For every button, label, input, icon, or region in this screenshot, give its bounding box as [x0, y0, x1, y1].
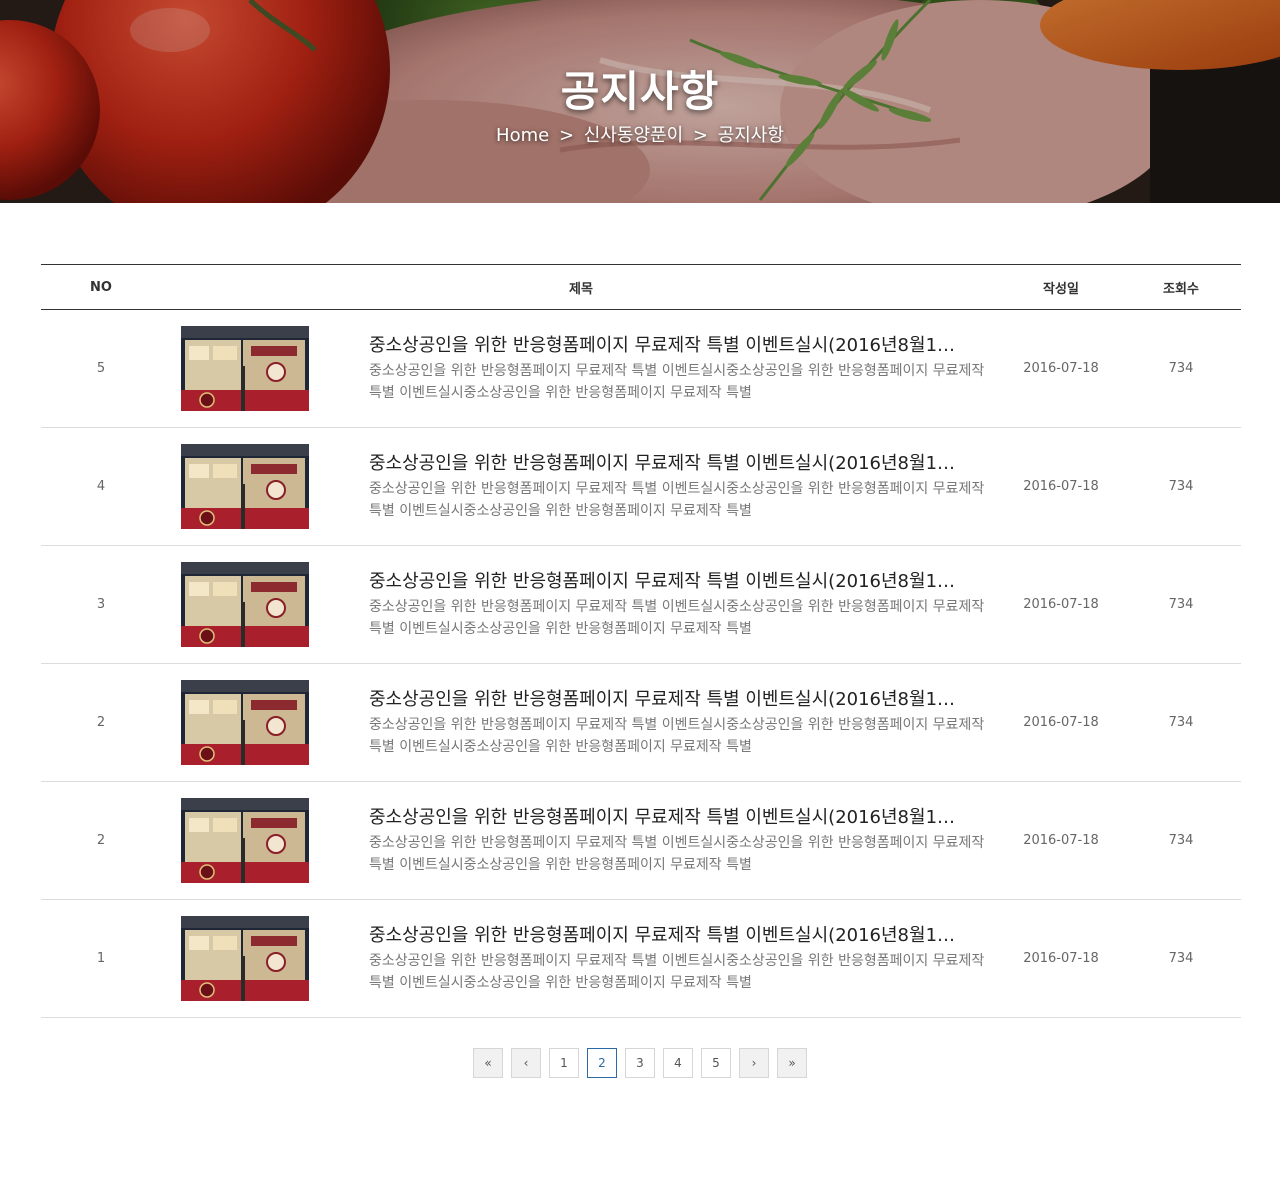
post-excerpt: 중소상공인을 위한 반응형폼페이지 무료제작 특별 이벤트실시중소상공인을 위한…: [369, 599, 985, 637]
post-date: 2016-07-18: [1023, 715, 1099, 730]
post-title-link[interactable]: 중소상공인을 위한 반응형폼페이지 무료제작 특별 이벤트실시(2016년8월1…: [369, 451, 999, 477]
post-number: 4: [96, 479, 106, 494]
column-header-title: 제목: [569, 281, 593, 297]
post-date: 2016-07-18: [1023, 833, 1099, 848]
post-thumbnail-cell: [161, 798, 349, 883]
storefront-image: [181, 326, 309, 411]
post-thumbnail[interactable]: [181, 916, 309, 1001]
post-number: 2: [96, 715, 106, 730]
table-row[interactable]: 5 중소상공인을 위한 반응형폼페이지 무료제작 특별 이벤트실시(2016년8…: [41, 310, 1241, 428]
pagination: « ‹ 1 2 3 4 5 › »: [0, 1048, 1280, 1078]
post-date: 2016-07-18: [1023, 597, 1099, 612]
post-thumbnail-cell: [161, 444, 349, 529]
board-header: NO 제목 작성일 조회수: [41, 264, 1241, 310]
post-excerpt: 중소상공인을 위한 반응형폼페이지 무료제작 특별 이벤트실시중소상공인을 위한…: [369, 481, 985, 519]
table-row[interactable]: 3 중소상공인을 위한 반응형폼페이지 무료제작 특별 이벤트실시(2016년8…: [41, 546, 1241, 664]
post-excerpt: 중소상공인을 위한 반응형폼페이지 무료제작 특별 이벤트실시중소상공인을 위한…: [369, 953, 985, 991]
page-button-5[interactable]: 5: [701, 1048, 731, 1078]
post-excerpt: 중소상공인을 위한 반응형폼페이지 무료제작 특별 이벤트실시중소상공인을 위한…: [369, 835, 985, 873]
post-title-link[interactable]: 중소상공인을 위한 반응형폼페이지 무료제작 특별 이벤트실시(2016년8월1…: [369, 805, 999, 831]
table-row[interactable]: 2 중소상공인을 위한 반응형폼페이지 무료제작 특별 이벤트실시(2016년8…: [41, 664, 1241, 782]
page-title: 공지사항: [560, 67, 720, 116]
breadcrumb-separator: >: [558, 125, 575, 146]
post-text-cell: 중소상공인을 위한 반응형폼페이지 무료제작 특별 이벤트실시(2016년8월1…: [349, 569, 1001, 640]
page-button-1[interactable]: 1: [549, 1048, 579, 1078]
post-thumbnail-cell: [161, 562, 349, 647]
column-header-date: 작성일: [1043, 281, 1079, 297]
post-excerpt: 중소상공인을 위한 반응형폼페이지 무료제작 특별 이벤트실시중소상공인을 위한…: [369, 717, 985, 755]
breadcrumb-home-link[interactable]: Home: [496, 125, 549, 146]
last-page-button[interactable]: »: [777, 1048, 807, 1078]
post-number: 2: [96, 833, 106, 848]
post-thumbnail[interactable]: [181, 326, 309, 411]
table-row[interactable]: 4 중소상공인을 위한 반응형폼페이지 무료제작 특별 이벤트실시(2016년8…: [41, 428, 1241, 546]
post-title-link[interactable]: 중소상공인을 위한 반응형폼페이지 무료제작 특별 이벤트실시(2016년8월1…: [369, 923, 999, 949]
prev-page-button[interactable]: ‹: [511, 1048, 541, 1078]
post-thumbnail[interactable]: [181, 680, 309, 765]
storefront-image: [181, 680, 309, 765]
storefront-image: [181, 916, 309, 1001]
post-thumbnail-cell: [161, 680, 349, 765]
post-views: 734: [1168, 951, 1194, 966]
board-rows: 5 중소상공인을 위한 반응형폼페이지 무료제작 특별 이벤트실시(2016년8…: [41, 310, 1241, 1018]
breadcrumb: Home > 신사동양푼이 > 공지사항: [0, 121, 1280, 147]
breadcrumb-store-link[interactable]: 신사동양푼이: [584, 125, 683, 146]
post-thumbnail[interactable]: [181, 562, 309, 647]
storefront-image: [181, 444, 309, 529]
first-page-button[interactable]: «: [473, 1048, 503, 1078]
page-button-2[interactable]: 2: [587, 1048, 617, 1078]
post-text-cell: 중소상공인을 위한 반응형폼페이지 무료제작 특별 이벤트실시(2016년8월1…: [349, 923, 1001, 994]
notice-board: NO 제목 작성일 조회수 5 중소상공인을 위한 반응형폼페이지 무료제작 특…: [41, 264, 1241, 1018]
column-header-views: 조회수: [1163, 281, 1199, 297]
post-date: 2016-07-18: [1023, 361, 1099, 376]
column-header-no: NO: [90, 279, 112, 295]
post-number: 5: [96, 361, 106, 376]
post-title-link[interactable]: 중소상공인을 위한 반응형폼페이지 무료제작 특별 이벤트실시(2016년8월1…: [369, 687, 999, 713]
hero-banner: 공지사항 Home > 신사동양푼이 > 공지사항: [0, 0, 1280, 203]
post-text-cell: 중소상공인을 위한 반응형폼페이지 무료제작 특별 이벤트실시(2016년8월1…: [349, 333, 1001, 404]
post-thumbnail-cell: [161, 916, 349, 1001]
post-excerpt: 중소상공인을 위한 반응형폼페이지 무료제작 특별 이벤트실시중소상공인을 위한…: [369, 363, 985, 401]
post-number: 1: [96, 951, 106, 966]
post-text-cell: 중소상공인을 위한 반응형폼페이지 무료제작 특별 이벤트실시(2016년8월1…: [349, 451, 1001, 522]
post-title-link[interactable]: 중소상공인을 위한 반응형폼페이지 무료제작 특별 이벤트실시(2016년8월1…: [369, 333, 999, 359]
table-row[interactable]: 2 중소상공인을 위한 반응형폼페이지 무료제작 특별 이벤트실시(2016년8…: [41, 782, 1241, 900]
post-views: 734: [1168, 715, 1194, 730]
post-thumbnail[interactable]: [181, 798, 309, 883]
post-views: 734: [1168, 597, 1194, 612]
post-thumbnail-cell: [161, 326, 349, 411]
post-number: 3: [96, 597, 106, 612]
post-views: 734: [1168, 361, 1194, 376]
post-text-cell: 중소상공인을 위한 반응형폼페이지 무료제작 특별 이벤트실시(2016년8월1…: [349, 687, 1001, 758]
breadcrumb-separator: >: [692, 125, 708, 146]
post-title-link[interactable]: 중소상공인을 위한 반응형폼페이지 무료제작 특별 이벤트실시(2016년8월1…: [369, 569, 999, 595]
post-thumbnail[interactable]: [181, 444, 309, 529]
page-button-3[interactable]: 3: [625, 1048, 655, 1078]
post-date: 2016-07-18: [1023, 479, 1099, 494]
post-views: 734: [1168, 833, 1194, 848]
table-row[interactable]: 1 중소상공인을 위한 반응형폼페이지 무료제작 특별 이벤트실시(2016년8…: [41, 900, 1241, 1018]
storefront-image: [181, 798, 309, 883]
breadcrumb-current: 공지사항: [717, 125, 784, 146]
post-views: 734: [1168, 479, 1194, 494]
post-date: 2016-07-18: [1023, 951, 1099, 966]
post-text-cell: 중소상공인을 위한 반응형폼페이지 무료제작 특별 이벤트실시(2016년8월1…: [349, 805, 1001, 876]
next-page-button[interactable]: ›: [739, 1048, 769, 1078]
page-button-4[interactable]: 4: [663, 1048, 693, 1078]
storefront-image: [181, 562, 309, 647]
